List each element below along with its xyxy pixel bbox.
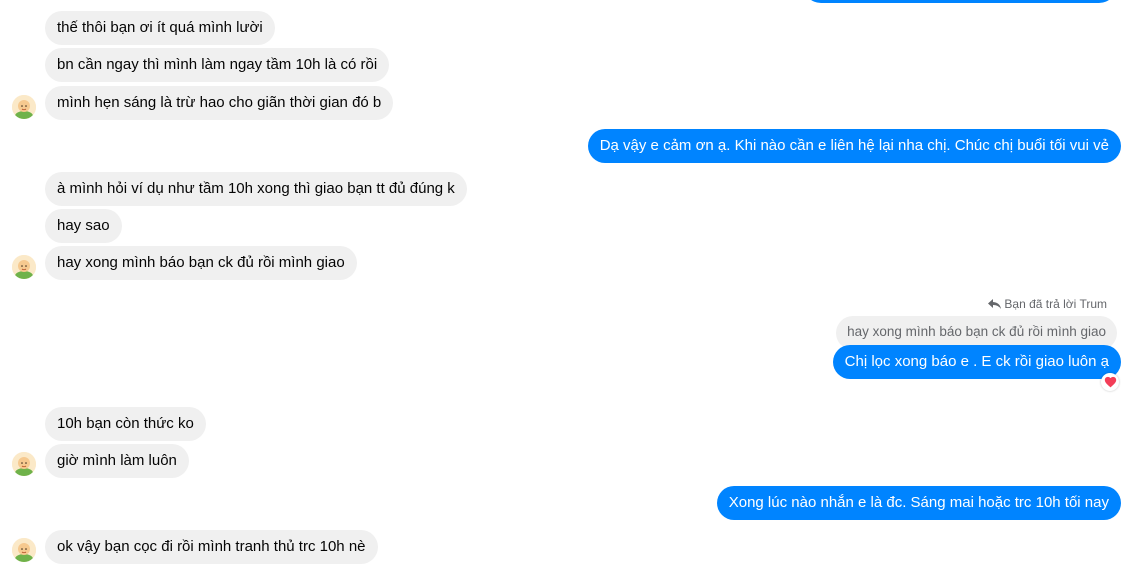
message-text: mình hẹn sáng là trừ hao cho giãn thời g… — [57, 94, 382, 111]
message-text: thế thôi bạn ơi ít quá mình lười — [57, 19, 263, 36]
contact-avatar[interactable] — [12, 255, 36, 279]
reply-indicator: Bạn đã trả lời Trum — [988, 295, 1107, 313]
message-text: bn cần ngay thì mình làm ngay tầm 10h là… — [57, 56, 378, 73]
message-text: à mình hỏi ví dụ như tầm 10h xong thì gi… — [57, 180, 455, 197]
avatar-image — [12, 255, 36, 279]
contact-avatar[interactable] — [12, 452, 36, 476]
incoming-message-bubble[interactable]: 10h bạn còn thức ko — [45, 407, 206, 441]
message-text: Chị lọc xong báo e . E ck rồi giao luôn … — [844, 353, 1109, 370]
incoming-message-bubble[interactable]: mình hẹn sáng là trừ hao cho giãn thời g… — [45, 86, 394, 120]
outgoing-message-bubble[interactable]: Chị lọc xong báo e . E ck rồi giao luôn … — [832, 345, 1121, 379]
incoming-message-bubble[interactable]: bn cần ngay thì mình làm ngay tầm 10h là… — [45, 48, 390, 82]
avatar-image — [12, 95, 36, 119]
contact-avatar[interactable] — [12, 95, 36, 119]
message-text: hay xong mình báo bạn ck đủ rồi mình gia… — [57, 254, 345, 271]
reaction-badge[interactable] — [1101, 373, 1119, 391]
message-text: hay sao — [57, 217, 110, 234]
heart-icon — [1104, 376, 1116, 388]
outgoing-message-bubble-clipped[interactable] — [803, 0, 1117, 3]
contact-avatar[interactable] — [12, 538, 36, 562]
message-text: ok vậy bạn cọc đi rồi mình tranh thủ trc… — [57, 538, 366, 555]
avatar-image — [12, 538, 36, 562]
reply-label-text: Bạn đã trả lời Trum — [1004, 297, 1107, 311]
incoming-message-bubble[interactable]: ok vậy bạn cọc đi rồi mình tranh thủ trc… — [45, 530, 378, 564]
incoming-message-bubble[interactable]: giờ mình làm luôn — [45, 444, 189, 478]
reply-arrow-icon — [988, 298, 1002, 309]
incoming-message-bubble[interactable]: hay sao — [45, 209, 122, 243]
quoted-message-text: hay xong mình báo bạn ck đủ rồi mình gia… — [847, 324, 1106, 339]
avatar-image — [12, 452, 36, 476]
outgoing-message-bubble[interactable]: Dạ vậy e cảm ơn ạ. Khi nào cần e liên hệ… — [587, 129, 1121, 163]
message-text: 10h bạn còn thức ko — [57, 415, 194, 432]
outgoing-message-bubble[interactable]: Xong lúc nào nhắn e là đc. Sáng mai hoặc… — [716, 486, 1121, 520]
incoming-message-bubble[interactable]: thế thôi bạn ơi ít quá mình lười — [45, 11, 275, 45]
message-text: Dạ vậy e cảm ơn ạ. Khi nào cần e liên hệ… — [599, 137, 1109, 154]
message-text: giờ mình làm luôn — [57, 452, 177, 469]
incoming-message-bubble[interactable]: à mình hỏi ví dụ như tầm 10h xong thì gi… — [45, 172, 467, 206]
message-text: Xong lúc nào nhắn e là đc. Sáng mai hoặc… — [728, 494, 1109, 511]
incoming-message-bubble[interactable]: hay xong mình báo bạn ck đủ rồi mình gia… — [45, 246, 357, 280]
